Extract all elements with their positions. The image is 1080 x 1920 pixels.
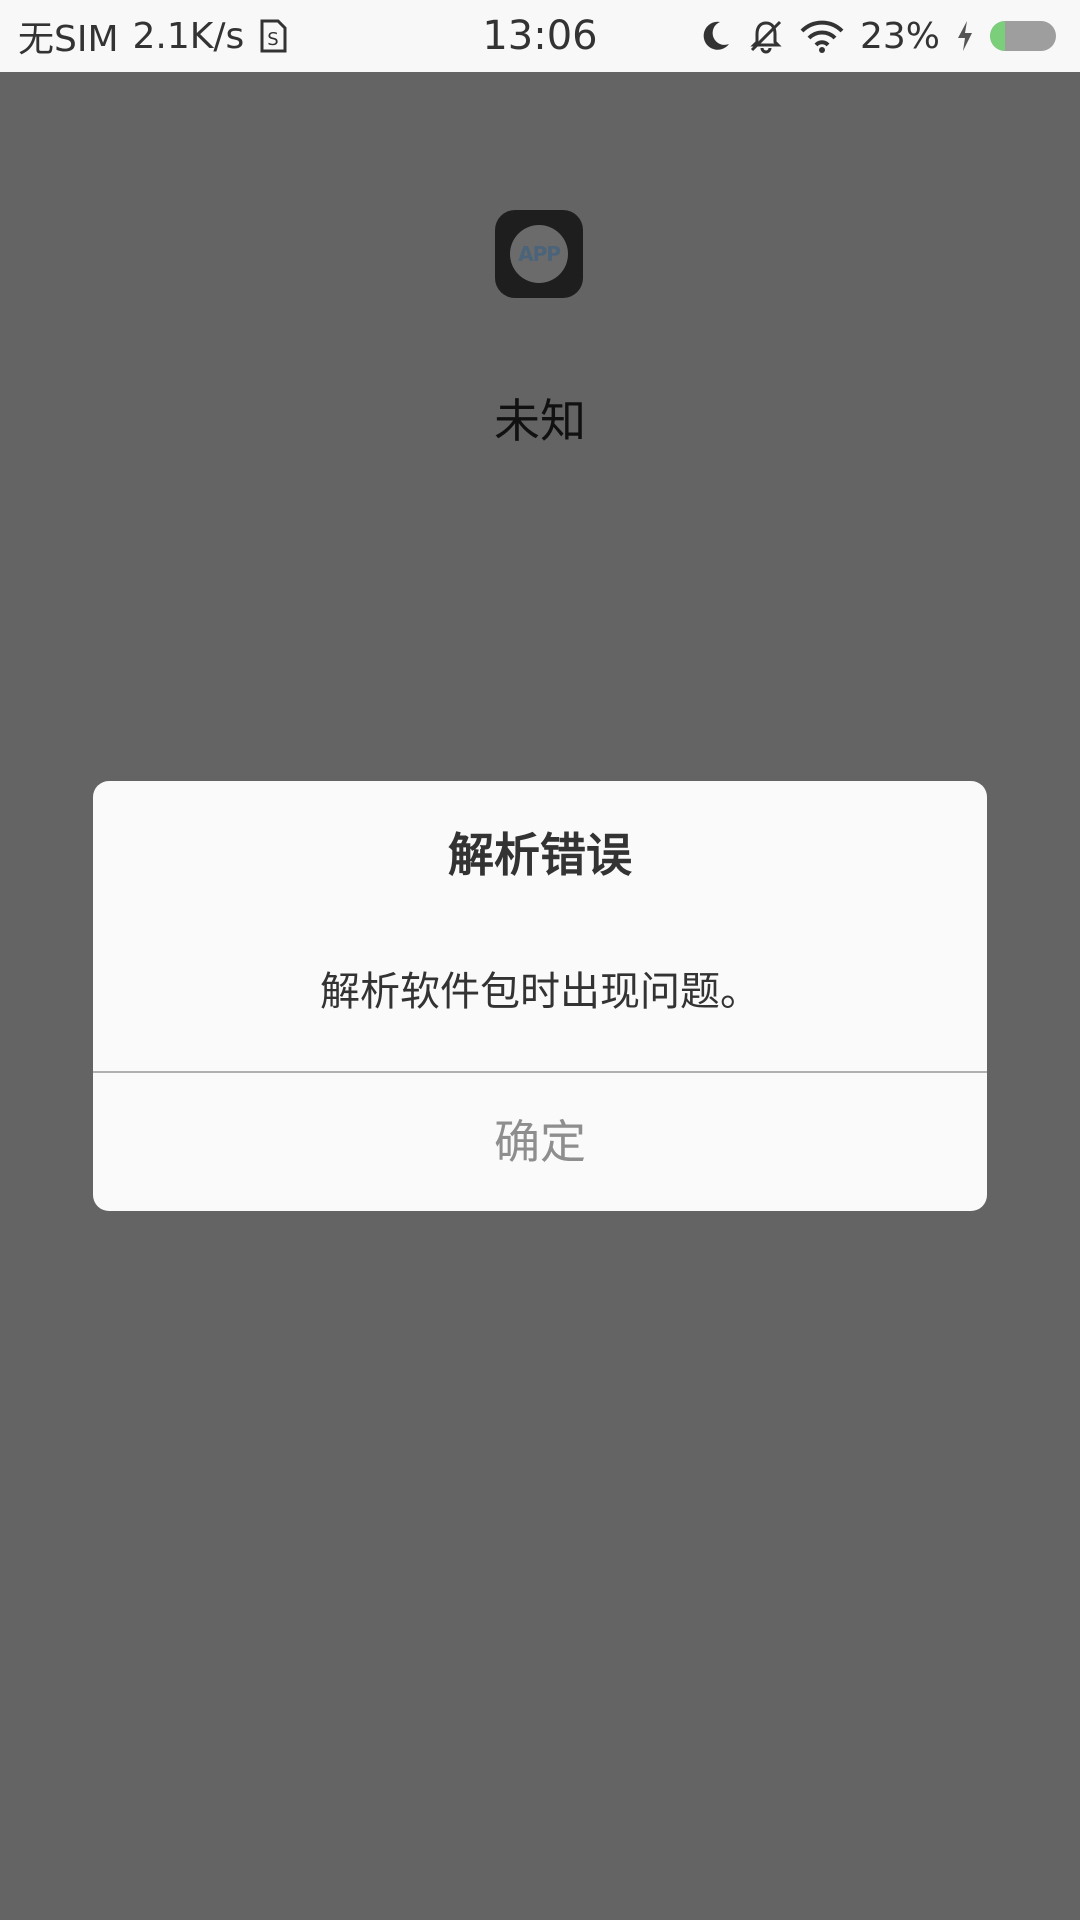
svg-text:S: S [268, 29, 279, 50]
status-bar-right: 23% [700, 0, 1056, 72]
app-icon-badge: APP [510, 225, 568, 283]
sim-card-icon: S [258, 19, 288, 53]
charging-bolt-icon [956, 20, 974, 52]
moon-icon [700, 19, 732, 53]
battery-fill [990, 21, 1006, 51]
carrier-label: 无SIM [18, 19, 119, 60]
dialog-message: 解析软件包时出现问题。 [320, 969, 760, 1015]
app-name: 未知 [494, 394, 586, 448]
battery-percent: 23% [859, 15, 940, 57]
dialog-title: 解析错误 [448, 828, 632, 882]
parse-error-dialog: 解析错误 解析软件包时出现问题。 确定 [93, 781, 987, 1211]
status-bar: 无SIM 2.1K/s S 13:06 23% [0, 0, 1080, 72]
app-icon-label: APP [518, 242, 561, 266]
battery-icon [990, 21, 1056, 51]
wifi-icon [800, 19, 844, 53]
status-bar-left: 无SIM 2.1K/s S [18, 0, 288, 72]
app-icon: APP [495, 210, 583, 298]
confirm-button[interactable]: 确定 [93, 1073, 987, 1211]
bell-off-icon [748, 18, 784, 54]
network-speed: 2.1K/s [132, 15, 245, 57]
